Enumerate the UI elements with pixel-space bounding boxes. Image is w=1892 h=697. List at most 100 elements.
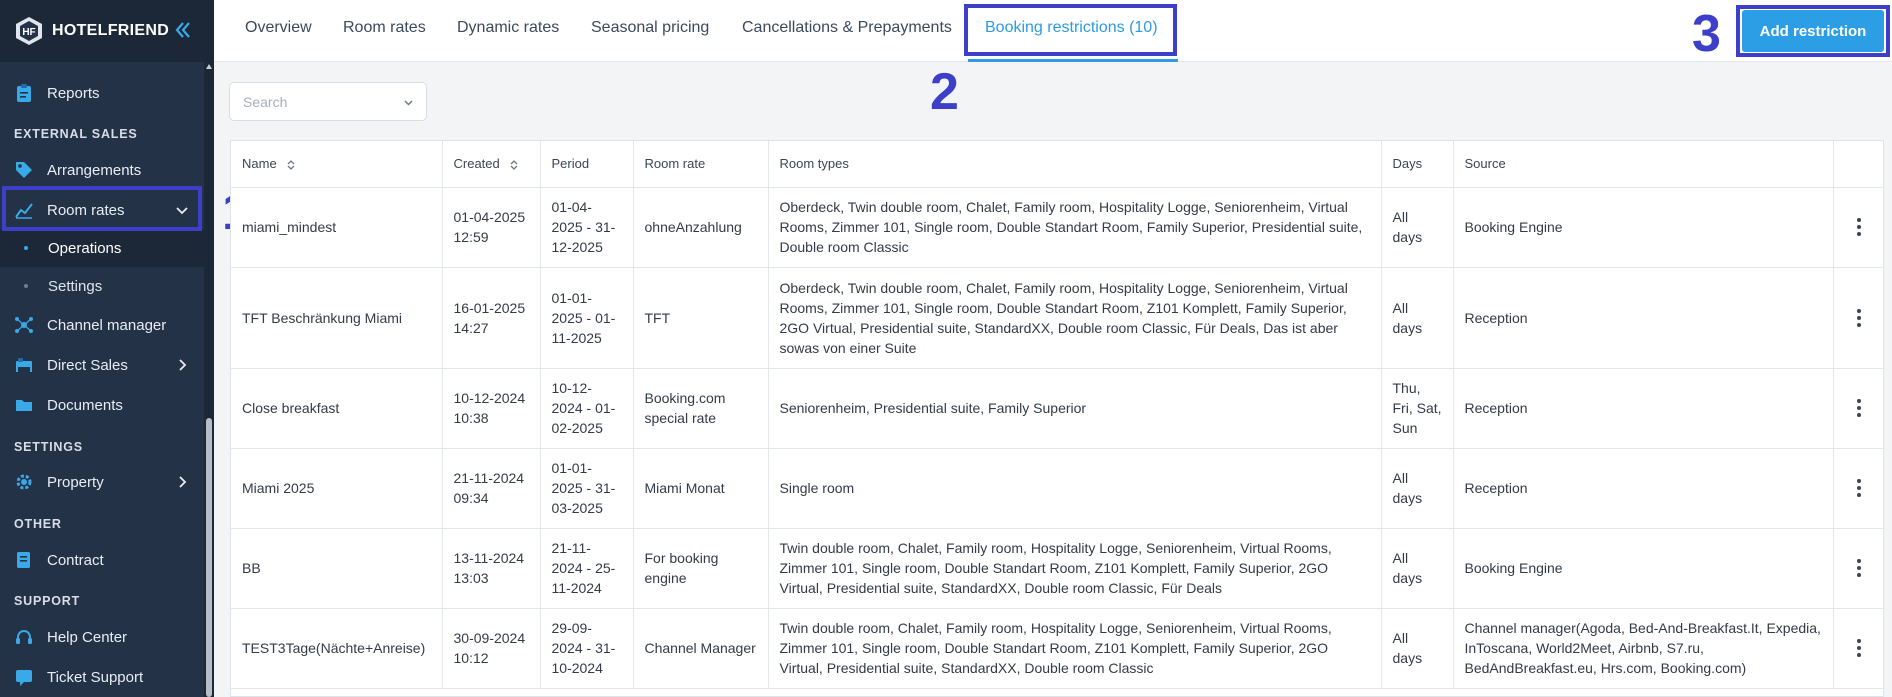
sidebar-subitem-settings[interactable]: Settings [0, 267, 204, 305]
more-options-icon[interactable] [1857, 638, 1862, 658]
sidebar-item-ticket-support[interactable]: Ticket Support [0, 657, 204, 697]
sidebar-item-channel-manager[interactable]: Channel manager [0, 305, 204, 345]
column-header-room-rate: Room rate [633, 141, 769, 188]
cell-days: All days [1381, 187, 1454, 268]
column-header-name[interactable]: Name [231, 141, 443, 188]
cell-created: 21-11-2024 09:34 [442, 448, 541, 529]
cell-source: Reception [1453, 368, 1834, 449]
cell-room-types: Twin double room, Chalet, Family room, H… [768, 528, 1382, 609]
cell-actions [1833, 528, 1883, 609]
more-options-icon[interactable] [1857, 558, 1862, 578]
cell-period: 21-11-2024 - 25-11-2024 [540, 528, 634, 609]
svg-text:HF: HF [22, 27, 35, 38]
sidebar-item-label: Arrangements [47, 161, 142, 179]
table-row[interactable]: TEST3Tage(Nächte+Anreise) 30-09-2024 10:1… [231, 608, 1883, 689]
sidebar-item-label: Channel manager [47, 316, 167, 334]
chevron-down-icon[interactable] [403, 97, 414, 108]
column-header-source: Source [1453, 141, 1834, 188]
table-row[interactable]: TFT Beschränkung Miami 16-01-2025 14:27 01… [231, 267, 1883, 369]
table-row[interactable]: miami_mindest 01-04-2025 12:59 01-04-2025 … [231, 187, 1883, 268]
cell-source: Reception [1453, 267, 1834, 369]
sidebar-scrollbar-thumb[interactable] [206, 418, 212, 697]
tab-seasonal-pricing[interactable]: Seasonal pricing [591, 19, 709, 37]
cell-room-rate: ohneAnzahlung [633, 187, 769, 268]
section-heading-settings: SETTINGS [14, 440, 83, 454]
collapse-sidebar-icon[interactable] [172, 17, 194, 43]
tab-dynamic-rates[interactable]: Dynamic rates [457, 19, 559, 37]
hotelfriend-logo-icon: HF [16, 17, 42, 45]
cell-created: 01-04-2025 12:59 [442, 187, 541, 268]
cell-room-rate: Channel Manager [633, 608, 769, 689]
gear-icon [14, 472, 34, 492]
annotation-box-room-rates [2, 186, 202, 231]
sidebar-item-reports[interactable]: Reports [0, 73, 204, 113]
search-input[interactable] [243, 93, 393, 110]
cell-name: TEST3Tage(Nächte+Anreise) [231, 608, 443, 689]
contract-icon [14, 550, 34, 570]
scroll-up-arrow-icon[interactable] [206, 64, 212, 69]
cell-room-types: Seniorenheim, Presidential suite, Family… [768, 368, 1382, 449]
chevron-right-icon[interactable] [174, 474, 190, 490]
sidebar-item-label: Help Center [47, 628, 128, 646]
table-row[interactable]: Miami 2025 21-11-2024 09:34 01-01-2025 - 3… [231, 448, 1883, 529]
folder-icon [14, 395, 34, 415]
chevron-right-icon[interactable] [174, 357, 190, 373]
more-options-icon[interactable] [1857, 398, 1862, 418]
cell-created: 30-09-2024 10:12 [442, 608, 541, 689]
more-options-icon[interactable] [1857, 478, 1862, 498]
tab-overview[interactable]: Overview [245, 19, 312, 37]
column-header-actions [1833, 141, 1883, 188]
cell-source: Booking Engine [1453, 528, 1834, 609]
cell-name: Close breakfast [231, 368, 443, 449]
cell-days: All days [1381, 528, 1454, 609]
cell-room-types: Oberdeck, Twin double room, Chalet, Fami… [768, 267, 1382, 369]
table-row[interactable]: Close breakfast 10-12-2024 10:38 10-12-202… [231, 368, 1883, 449]
column-header-label: Name [242, 156, 277, 172]
cell-source: Reception [1453, 448, 1834, 529]
cell-actions [1833, 608, 1883, 689]
column-header-created[interactable]: Created [442, 141, 541, 188]
sidebar-subitem-label: Operations [48, 239, 122, 257]
sort-icon[interactable] [509, 159, 519, 171]
section-heading-external-sales: EXTERNAL SALES [14, 127, 138, 141]
cell-source: Booking Engine [1453, 187, 1834, 268]
cell-actions [1833, 187, 1883, 268]
section-heading-support: SUPPORT [14, 594, 81, 608]
sidebar-item-label: Property [47, 473, 104, 491]
cell-created: 10-12-2024 10:38 [442, 368, 541, 449]
cell-room-rate: Booking.com special rate [633, 368, 769, 449]
logo-text: HOTELFRIEND [52, 22, 170, 39]
more-options-icon[interactable] [1857, 308, 1862, 328]
clipboard-icon [14, 83, 34, 103]
table-row[interactable]: BB 13-11-2024 13:03 21-11-2024 - 25-11-202… [231, 528, 1883, 609]
annotation-box-add-restriction [1736, 5, 1890, 57]
column-header-label: Created [453, 156, 500, 172]
cell-period: 01-04-2025 - 31-12-2025 [540, 187, 634, 268]
sidebar-item-contract[interactable]: Contract [0, 540, 204, 580]
cell-room-rate: Miami Monat [633, 448, 769, 529]
search-select[interactable] [229, 82, 427, 121]
sort-icon[interactable] [286, 159, 296, 171]
sidebar-item-direct-sales[interactable]: Direct Sales [0, 345, 204, 385]
section-heading-other: OTHER [14, 517, 62, 531]
sidebar-subitem-label: Settings [48, 277, 103, 295]
sidebar-item-documents[interactable]: Documents [0, 385, 204, 425]
sidebar-item-arrangements[interactable]: Arrangements [0, 150, 204, 190]
cell-name: Miami 2025 [231, 448, 443, 529]
table-header-row: Name Created Period Room rate Room types… [231, 141, 1883, 188]
cell-days: All days [1381, 448, 1454, 529]
sidebar: HF HOTELFRIEND Reports EXTERNAL SALES Ar… [0, 0, 214, 697]
cell-period: 29-09-2024 - 31-10-2024 [540, 608, 634, 689]
sidebar-item-label: Reports [47, 84, 100, 102]
cell-days: All days [1381, 608, 1454, 689]
annotation-number-2: 2 [930, 63, 959, 121]
cell-actions [1833, 267, 1883, 369]
sidebar-subitem-operations[interactable]: Operations [0, 229, 204, 267]
logo[interactable]: HF HOTELFRIEND [0, 0, 214, 62]
sidebar-item-help-center[interactable]: Help Center [0, 617, 204, 657]
sidebar-item-property[interactable]: Property [0, 462, 204, 502]
tab-cancellations-prepayments[interactable]: Cancellations & Prepayments [742, 19, 952, 37]
cell-period: 01-01-2025 - 01-11-2025 [540, 267, 634, 369]
more-options-icon[interactable] [1857, 217, 1862, 237]
tab-room-rates[interactable]: Room rates [343, 19, 426, 37]
